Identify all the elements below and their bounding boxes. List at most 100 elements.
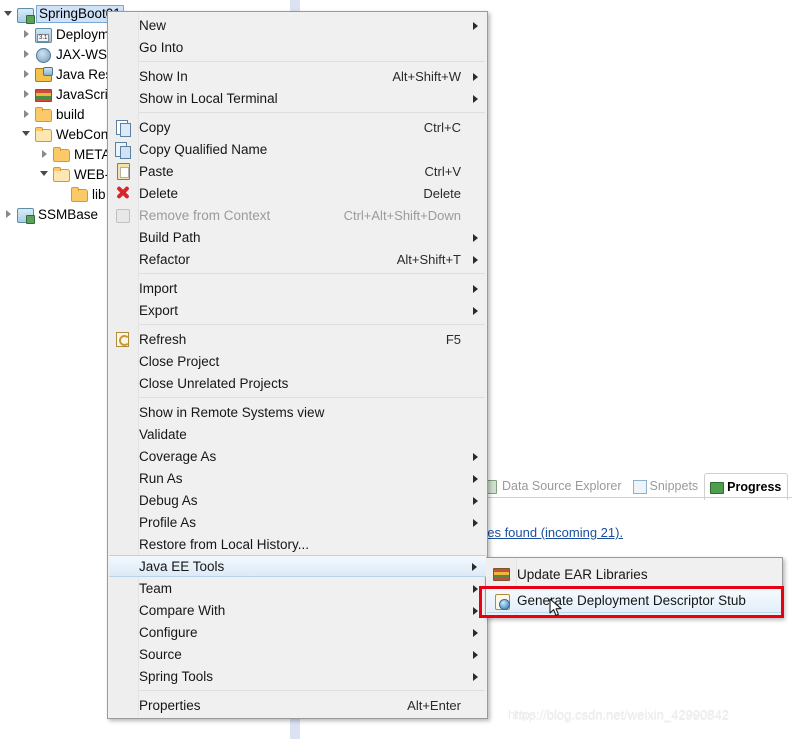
- twisty-collapsed-icon[interactable]: [2, 204, 16, 224]
- progress-icon-glyph: [710, 481, 725, 494]
- tree-item-label: lib: [92, 186, 106, 202]
- menu-item-export[interactable]: Export: [108, 299, 487, 321]
- java-ee-tools-submenu[interactable]: Update EAR Libraries Generate Deployment …: [485, 557, 783, 618]
- folder-icon: [52, 146, 70, 162]
- menu-item-delete[interactable]: Delete Delete: [108, 182, 487, 204]
- menu-item-label: Paste: [139, 163, 174, 179]
- tree-row[interactable]: WEB-: [38, 164, 109, 184]
- menu-item-label: Copy: [139, 119, 171, 135]
- menu-separator: [139, 273, 485, 274]
- ear-libraries-icon-glyph: [493, 568, 510, 581]
- menu-item-import[interactable]: Import: [108, 277, 487, 299]
- submenu-item-generate-deployment-descriptor-stub[interactable]: Generate Deployment Descriptor Stub: [487, 587, 781, 613]
- java-resources-icon-glyph: [35, 67, 53, 82]
- menu-item-new[interactable]: New: [108, 14, 487, 36]
- menu-separator: [139, 397, 485, 398]
- menu-item-compare-with[interactable]: Compare With: [108, 599, 487, 621]
- menu-item-configure[interactable]: Configure: [108, 621, 487, 643]
- twisty-expanded-icon[interactable]: [20, 124, 34, 144]
- menu-item-properties[interactable]: Properties Alt+Enter: [108, 694, 487, 716]
- menu-item-refresh[interactable]: Refresh F5: [108, 328, 487, 350]
- tab-more[interactable]: [788, 474, 792, 498]
- menu-item-spring-tools[interactable]: Spring Tools: [108, 665, 487, 687]
- menu-item-label: Spring Tools: [139, 668, 214, 684]
- tree-row[interactable]: Deploym: [20, 24, 109, 44]
- paste-icon: [114, 163, 131, 180]
- menu-item-remove-from-context[interactable]: Remove from Context Ctrl+Alt+Shift+Down: [108, 204, 487, 226]
- menu-item-java-ee-tools[interactable]: Java EE Tools: [109, 555, 486, 577]
- twisty-expanded-icon[interactable]: [2, 4, 16, 24]
- tab-snippets[interactable]: Snippets: [628, 474, 705, 498]
- tree-row[interactable]: JAX-WS: [20, 44, 107, 64]
- progress-icon: [709, 480, 725, 494]
- menu-item-label: Team: [139, 580, 173, 596]
- menu-separator: [139, 61, 485, 62]
- menu-item-label: Build Path: [139, 229, 201, 245]
- tree-row[interactable]: Java Res: [20, 64, 112, 84]
- tab-data-source-explorer[interactable]: Data Source Explorer: [480, 474, 628, 498]
- twisty-collapsed-icon[interactable]: [20, 84, 34, 104]
- folder-icon: [34, 106, 52, 122]
- tree-row[interactable]: META: [38, 144, 111, 164]
- project-context-menu[interactable]: New Go Into Show In Alt+Shift+W Show in Loca…: [107, 11, 488, 719]
- folder-icon-glyph: [35, 107, 52, 122]
- menu-item-paste[interactable]: Paste Ctrl+V: [108, 160, 487, 182]
- refresh-icon: [114, 331, 131, 347]
- tree-row[interactable]: SSMBase: [2, 204, 98, 224]
- copy-qualified-icon-glyph: [115, 142, 131, 159]
- javascript-resources-icon-glyph: [35, 89, 52, 102]
- submenu-item-update-ear-libraries[interactable]: Update EAR Libraries: [486, 561, 782, 587]
- twisty-collapsed-icon[interactable]: [38, 144, 52, 164]
- twisty-collapsed-icon[interactable]: [20, 24, 34, 44]
- menu-item-show-in-remote-systems-view[interactable]: Show in Remote Systems view: [108, 401, 487, 423]
- menu-item-go-into[interactable]: Go Into: [108, 36, 487, 58]
- menu-item-label: Java EE Tools: [139, 558, 225, 574]
- menu-item-debug-as[interactable]: Debug As: [108, 489, 487, 511]
- menu-item-profile-as[interactable]: Profile As: [108, 511, 487, 533]
- tree-row[interactable]: WebCon: [20, 124, 108, 144]
- menu-item-label: Debug As: [139, 492, 198, 508]
- menu-item-copy-qualified-name[interactable]: Copy Qualified Name: [108, 138, 487, 160]
- menu-item-label: Run As: [139, 470, 183, 486]
- copy-icon-glyph: [116, 120, 131, 137]
- tree-item-label: build: [56, 106, 85, 122]
- web-services-icon: [34, 46, 52, 63]
- menu-item-validate[interactable]: Validate: [108, 423, 487, 445]
- menu-separator: [139, 324, 485, 325]
- remove-context-icon: [114, 207, 131, 223]
- folder-icon-glyph: [53, 147, 70, 162]
- views-area: Data Source Explorer Snippets Progress ges…: [480, 0, 792, 739]
- menu-item-close-project[interactable]: Close Project: [108, 350, 487, 372]
- web-services-icon-glyph: [36, 48, 51, 63]
- tab-progress[interactable]: Progress: [704, 472, 789, 500]
- menu-item-source[interactable]: Source: [108, 643, 487, 665]
- menu-item-label: Go Into: [139, 39, 184, 55]
- twisty-expanded-icon[interactable]: [38, 164, 52, 184]
- menu-item-label: Close Project: [139, 353, 220, 369]
- tree-row[interactable]: lib: [56, 184, 106, 204]
- menu-item-run-as[interactable]: Run As: [108, 467, 487, 489]
- menu-item-accelerator: Alt+Shift+W: [392, 68, 461, 84]
- tree-row[interactable]: JavaScri: [20, 84, 108, 104]
- menu-item-refactor[interactable]: Refactor Alt+Shift+T: [108, 248, 487, 270]
- menu-item-team[interactable]: Team: [108, 577, 487, 599]
- menu-item-show-in-local-terminal[interactable]: Show in Local Terminal: [108, 87, 487, 109]
- tree-row[interactable]: SpringBoot01: [2, 4, 124, 24]
- menu-item-copy[interactable]: Copy Ctrl+C: [108, 116, 487, 138]
- menu-item-coverage-as[interactable]: Coverage As: [108, 445, 487, 467]
- tree-row[interactable]: build: [20, 104, 85, 124]
- view-tab-bar[interactable]: Data Source Explorer Snippets Progress: [480, 472, 792, 500]
- tab-label: Data Source Explorer: [502, 479, 622, 493]
- progress-message-link[interactable]: ges found (incoming 21).: [480, 525, 623, 540]
- menu-item-label: Export: [139, 302, 179, 318]
- tree-item-label: WebCon: [56, 126, 109, 142]
- menu-item-show-in[interactable]: Show In Alt+Shift+W: [108, 65, 487, 87]
- twisty-collapsed-icon[interactable]: [20, 104, 34, 124]
- copy-qualified-icon: [114, 141, 131, 159]
- menu-item-restore-from-local-history[interactable]: Restore from Local History...: [108, 533, 487, 555]
- twisty-collapsed-icon[interactable]: [20, 64, 34, 84]
- twisty-collapsed-icon[interactable]: [20, 44, 34, 64]
- menu-item-label: Refresh: [139, 331, 187, 347]
- menu-item-build-path[interactable]: Build Path: [108, 226, 487, 248]
- menu-item-close-unrelated-projects[interactable]: Close Unrelated Projects: [108, 372, 487, 394]
